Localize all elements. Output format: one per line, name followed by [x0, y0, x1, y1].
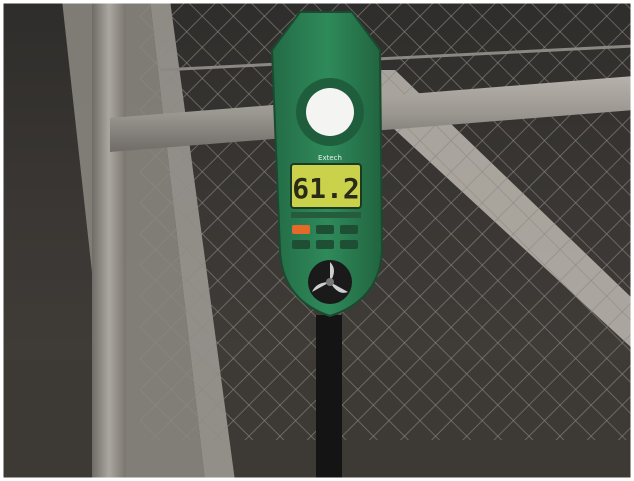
light-sensor-dome	[306, 88, 354, 136]
lcd-reading: 61.2	[292, 172, 359, 205]
vertical-fence-pipe	[92, 0, 126, 481]
photo-scene: Extech 61.2	[0, 0, 634, 481]
meter-button-5	[340, 240, 358, 249]
meter-button-4	[316, 240, 334, 249]
meter-button-1	[316, 225, 334, 234]
meter-button-2	[340, 225, 358, 234]
lcd-caption-strip	[291, 212, 361, 218]
meter-stand-post	[316, 315, 342, 481]
meter-button-red	[292, 225, 310, 234]
light-meter: Extech 61.2	[270, 11, 384, 318]
meter-brand-label: Extech	[318, 154, 342, 162]
meter-button-3	[292, 240, 310, 249]
